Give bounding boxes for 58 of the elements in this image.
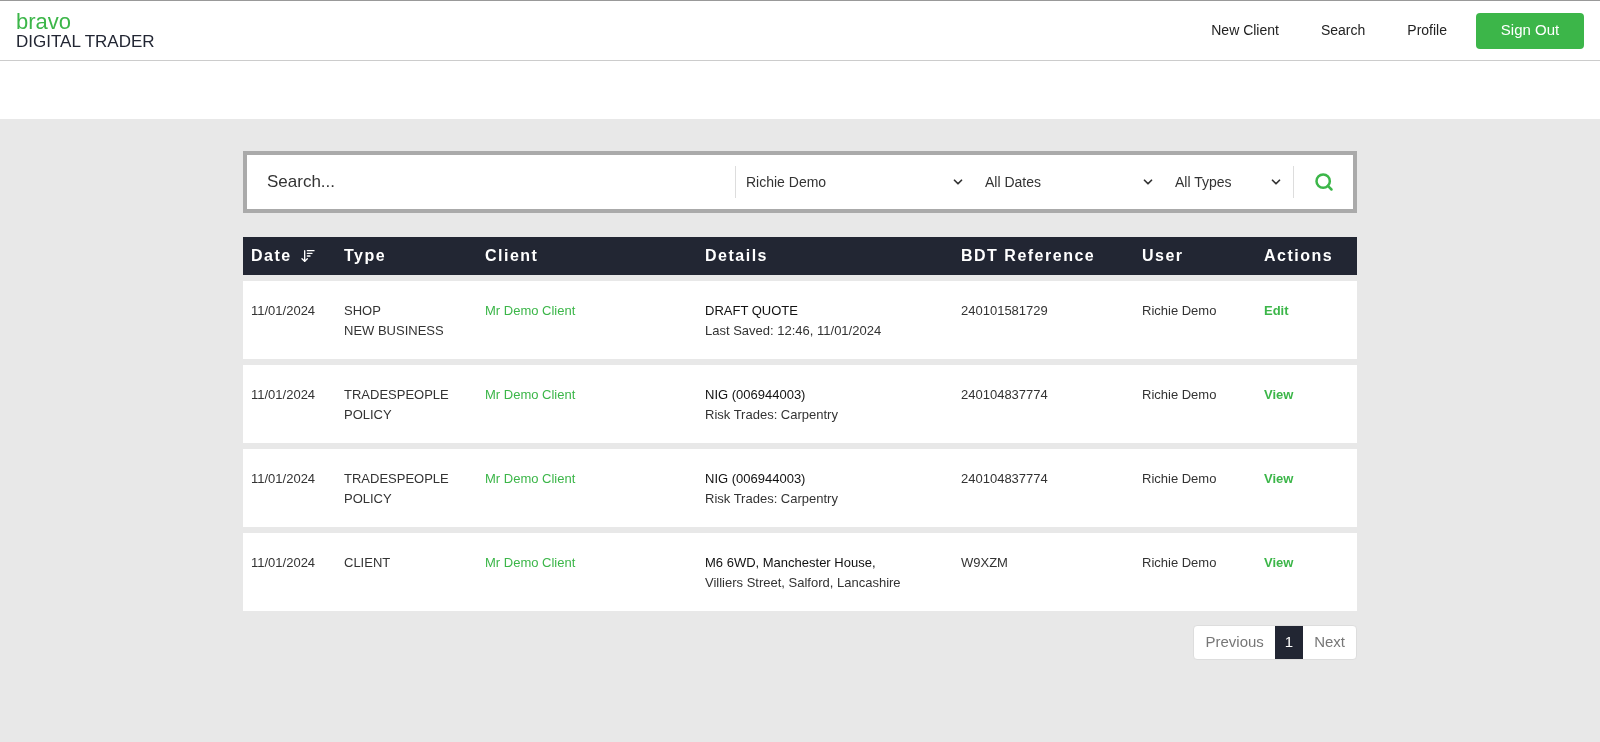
column-header: Actions: [1264, 246, 1334, 266]
previous-button[interactable]: Previous: [1194, 626, 1275, 659]
nav-link[interactable]: Profile: [1386, 20, 1468, 41]
sort-icon[interactable]: [299, 248, 316, 264]
details-text: NIG (006944003): [705, 470, 807, 488]
type-text: SHOP: [344, 302, 382, 320]
client-link[interactable]: Mr Demo Client: [485, 555, 576, 570]
date-cell: 11/01/2024: [251, 303, 316, 318]
type-text: NEW BUSINESS: [344, 322, 445, 340]
details-text: Risk Trades: Carpentry: [705, 490, 839, 508]
details-text: DRAFT QUOTE: [705, 302, 799, 320]
page-button[interactable]: 1: [1274, 626, 1304, 659]
sign-out-button[interactable]: Sign Out: [1476, 12, 1584, 49]
details-text: NIG (006944003): [705, 386, 807, 404]
column-header: Type: [344, 246, 387, 266]
type-text: POLICY: [344, 490, 393, 508]
user-cell: Richie Demo: [1142, 471, 1217, 486]
user-cell: Richie Demo: [1142, 555, 1217, 570]
filter-dropdown[interactable]: Richie Demo: [735, 166, 975, 198]
reference-cell: W9XZM: [961, 555, 1008, 570]
logo-wordmark: bravo: [16, 11, 73, 33]
type-text: CLIENT: [344, 554, 392, 572]
reference-cell: 240104837774: [961, 471, 1048, 486]
filter-dropdown[interactable]: All Types: [1165, 166, 1293, 198]
reference-cell: 240104837774: [961, 387, 1048, 402]
user-cell: Richie Demo: [1142, 303, 1217, 318]
details-text: M6 6WD, Manchester House,: [705, 554, 877, 572]
column-header: BDT Reference: [961, 246, 1096, 266]
date-cell: 11/01/2024: [251, 471, 316, 486]
nav-link[interactable]: New Client: [1190, 20, 1300, 41]
search-bar[interactable]: Search... Richie Demo All Dates All Types: [243, 151, 1357, 213]
type-text: POLICY: [344, 406, 393, 424]
column-header: Client: [485, 246, 539, 266]
column-header: User: [1142, 246, 1184, 266]
type-text: TRADESPEOPLE: [344, 470, 450, 488]
client-link[interactable]: Mr Demo Client: [485, 303, 576, 318]
column-header: Details: [705, 246, 768, 266]
column-header: Date: [251, 246, 292, 266]
reference-cell: 240101581729: [961, 303, 1048, 318]
client-link[interactable]: Mr Demo Client: [485, 471, 576, 486]
search-field[interactable]: Search...: [247, 155, 735, 209]
search-icon[interactable]: [1313, 172, 1334, 192]
date-cell: 11/01/2024: [251, 555, 316, 570]
details-text: Last Saved: 12:46, 11/01/2024: [705, 322, 883, 340]
action-link[interactable]: Edit: [1264, 303, 1289, 318]
details-text: Risk Trades: Carpentry: [705, 406, 839, 424]
action-link[interactable]: View: [1264, 555, 1294, 570]
nav-link[interactable]: Search: [1299, 20, 1387, 41]
action-link[interactable]: View: [1264, 387, 1294, 402]
next-button[interactable]: Next: [1303, 626, 1356, 659]
logo-subtitle: DIGITAL TRADER: [16, 33, 155, 50]
date-cell: 11/01/2024: [251, 387, 316, 402]
client-link[interactable]: Mr Demo Client: [485, 387, 576, 402]
details-text: Villiers Street, Salford, Lancashire: [705, 574, 902, 592]
type-text: TRADESPEOPLE: [344, 386, 450, 404]
user-cell: Richie Demo: [1142, 387, 1217, 402]
filter-dropdown[interactable]: All Dates: [975, 166, 1165, 198]
action-link[interactable]: View: [1264, 471, 1294, 486]
